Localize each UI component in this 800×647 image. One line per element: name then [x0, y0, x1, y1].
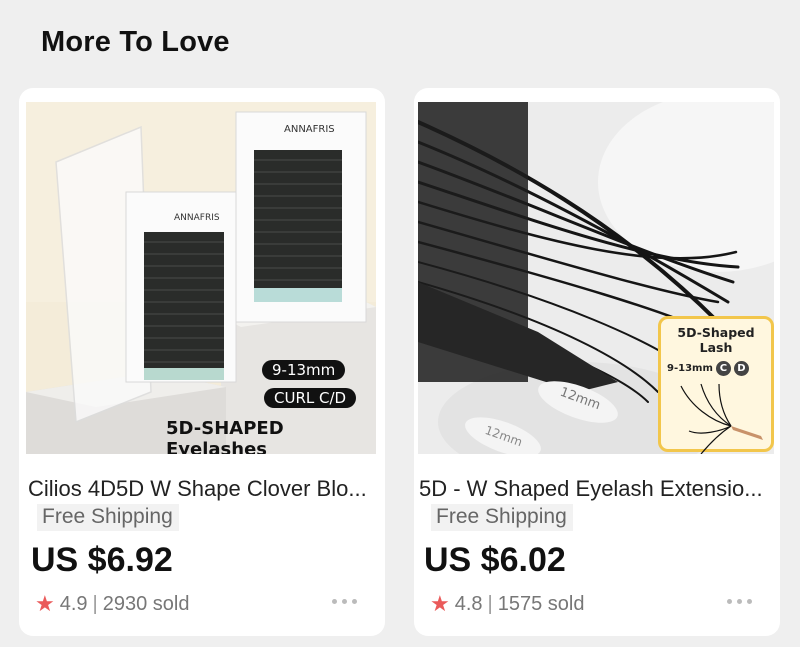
length-badge: 9-13mm	[262, 360, 346, 380]
sold-count: 1575 sold	[497, 592, 585, 615]
rating-value: 4.9	[59, 592, 88, 615]
section-title: More To Love	[41, 26, 230, 58]
shipping-badge: Free Shipping	[431, 504, 573, 531]
product-image[interactable]: ANNAFRIS ANNAFRIS 9-13mm CURL C/D 5D-SHA…	[26, 102, 376, 454]
inset-title: 5D-Shaped Lash	[677, 325, 755, 355]
brand-label: ANNAFRIS	[174, 213, 220, 223]
product-card[interactable]: 12mm 12mm 5D-Shaped Lash 9-13mm C D 5D -…	[414, 88, 780, 636]
product-title[interactable]: Cilios 4D5D W Shape Clover Blo...	[28, 476, 378, 502]
inset-specs: 9-13mm C D	[667, 361, 771, 376]
inset-length: 9-13mm	[667, 363, 713, 374]
rating-separator: |	[487, 592, 493, 615]
product-title[interactable]: 5D - W Shaped Eyelash Extensio...	[419, 476, 769, 502]
inset-label: 5D-Shaped Lash 9-13mm C D	[658, 316, 774, 454]
more-dots-icon[interactable]	[727, 599, 752, 604]
brand-label: ANNAFRIS	[284, 124, 335, 135]
rating-separator: |	[92, 592, 98, 615]
product-price: US $6.92	[31, 541, 173, 579]
rating-row: ★ 4.9 | 2930 sold	[35, 591, 190, 617]
product-card[interactable]: ANNAFRIS ANNAFRIS 9-13mm CURL C/D 5D-SHA…	[19, 88, 385, 636]
lash-fan-icon	[680, 383, 763, 454]
curl-badge: CURL C/D	[264, 388, 357, 408]
product-image[interactable]: 12mm 12mm 5D-Shaped Lash 9-13mm C D	[418, 102, 774, 454]
rating-value: 4.8	[454, 592, 483, 615]
sold-count: 2930 sold	[102, 592, 190, 615]
star-icon: ★	[35, 591, 55, 616]
curl-c-badge: C	[715, 361, 731, 376]
curl-d-badge: D	[733, 361, 749, 376]
image-caption: 5D-SHAPED Eyelashes	[166, 418, 284, 454]
shipping-badge: Free Shipping	[37, 504, 179, 531]
star-icon: ★	[430, 591, 450, 616]
product-price: US $6.02	[424, 541, 566, 579]
rating-row: ★ 4.8 | 1575 sold	[430, 591, 585, 617]
more-dots-icon[interactable]	[332, 599, 357, 604]
